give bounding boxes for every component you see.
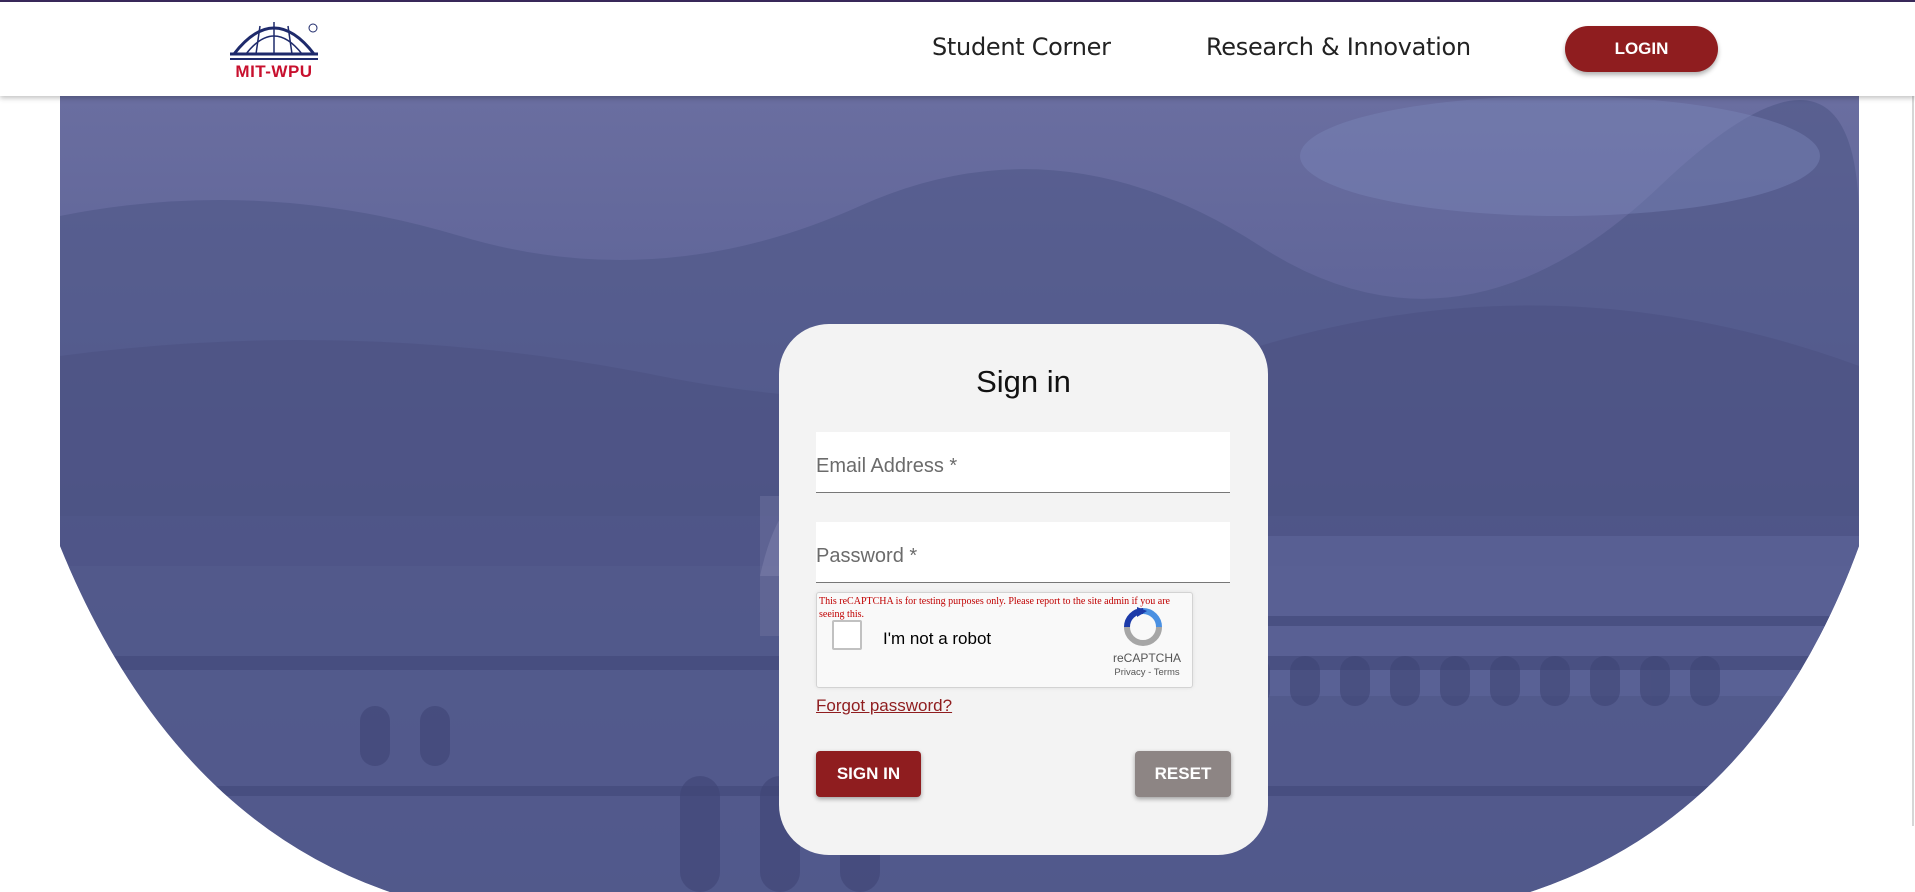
site-header: MIT-WPU Student Corner Research & Innova… — [0, 2, 1915, 96]
recaptcha-logo-icon — [1124, 607, 1162, 646]
dome-logo-icon — [230, 22, 318, 60]
signin-title: Sign in — [976, 364, 1071, 399]
signin-button[interactable]: SIGN IN — [816, 751, 921, 797]
reset-button[interactable]: RESET — [1135, 751, 1231, 797]
recaptcha-privacy-terms[interactable]: Privacy - Terms — [1100, 667, 1194, 678]
password-field[interactable] — [816, 522, 1230, 583]
logo-wordmark: MIT-WPU — [235, 62, 313, 81]
email-input[interactable] — [816, 446, 1230, 486]
page-scrollbar[interactable] — [1912, 96, 1914, 826]
recaptcha-widget: This reCAPTCHA is for testing purposes o… — [816, 592, 1193, 688]
hero-campus-banner: Sign in This reCAPTCHA is for testing pu… — [60, 96, 1859, 892]
signin-card: Sign in This reCAPTCHA is for testing pu… — [779, 324, 1268, 855]
recaptcha-label: I'm not a robot — [883, 629, 992, 648]
recaptcha-brand: reCAPTCHA — [1112, 651, 1181, 665]
nav-student-corner[interactable]: Student Corner — [932, 33, 1111, 61]
nav-research-innovation[interactable]: Research & Innovation — [1206, 33, 1471, 61]
recaptcha-checkbox[interactable] — [832, 620, 862, 650]
university-logo[interactable]: MIT-WPU — [226, 14, 322, 86]
password-input[interactable] — [816, 536, 1230, 576]
forgot-password-link[interactable]: Forgot password? — [816, 696, 952, 716]
login-button[interactable]: LOGIN — [1565, 26, 1718, 72]
email-field[interactable] — [816, 432, 1230, 493]
